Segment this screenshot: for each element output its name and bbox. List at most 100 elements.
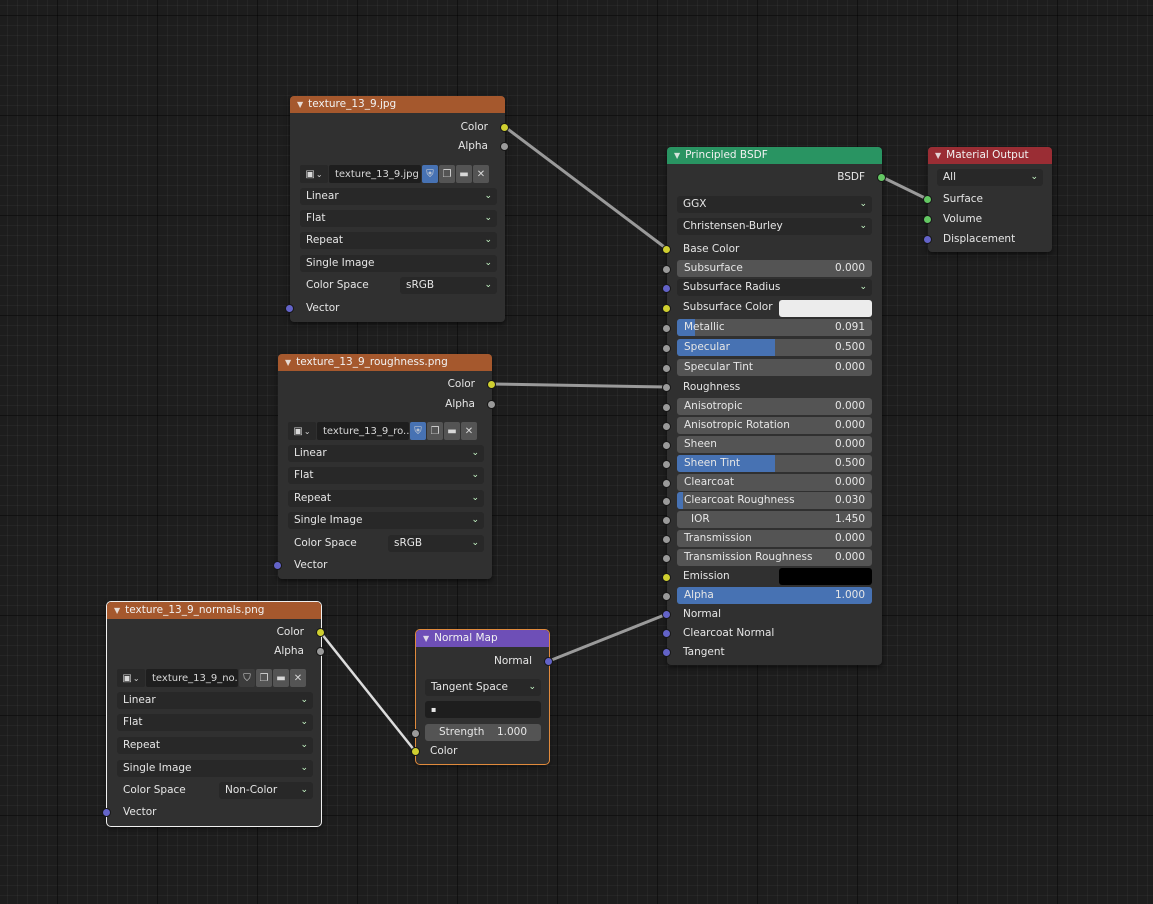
metallic-field[interactable]: Metallic 0.091 [677, 319, 872, 336]
node-header[interactable]: ▼ Material Output [928, 147, 1052, 164]
projection-dropdown[interactable]: Flat ⌄ [288, 467, 484, 484]
output-color-socket[interactable] [487, 380, 496, 389]
interpolation-dropdown[interactable]: Linear ⌄ [300, 188, 497, 205]
node-header[interactable]: ▼ Normal Map [416, 630, 549, 647]
interpolation-dropdown[interactable]: Linear ⌄ [288, 445, 484, 462]
input-clearcoat-roughness-socket[interactable] [662, 497, 671, 506]
projection-dropdown[interactable]: Flat ⌄ [300, 210, 497, 227]
input-anisotropic-rotation-socket[interactable] [662, 422, 671, 431]
subsurface-field[interactable]: Subsurface 0.000 [677, 260, 872, 277]
image-name-field[interactable]: texture_13_9.jpg [329, 165, 421, 183]
image-texture-node-2[interactable]: ▼ texture_13_9_roughness.png Color Alpha … [273, 354, 496, 579]
anisotropic-rotation-field[interactable]: Anisotropic Rotation 0.000 [677, 417, 872, 434]
input-anisotropic-socket[interactable] [662, 403, 671, 412]
input-transmission-roughness-socket[interactable] [662, 554, 671, 563]
source-dropdown[interactable]: Single Image ⌄ [288, 512, 484, 529]
image-texture-node-1[interactable]: ▼ texture_13_9.jpg Color Alpha ▣ ⌄ texture… [285, 96, 509, 322]
output-color-socket[interactable] [316, 628, 325, 637]
input-surface-socket[interactable] [923, 195, 932, 204]
input-volume-socket[interactable] [923, 215, 932, 224]
input-sheen-socket[interactable] [662, 441, 671, 450]
ior-field[interactable]: IOR 1.450 [677, 511, 872, 528]
fake-user-shield-icon[interactable]: ⛨ [422, 165, 438, 183]
node-header[interactable]: ▼ texture_13_9.jpg [290, 96, 505, 113]
extension-dropdown[interactable]: Repeat ⌄ [288, 490, 484, 507]
subsurface-color-swatch[interactable] [779, 300, 872, 317]
input-clearcoat-normal-socket[interactable] [662, 629, 671, 638]
input-roughness-socket[interactable] [662, 383, 671, 392]
space-dropdown[interactable]: Tangent Space ⌄ [425, 679, 541, 696]
transmission-field[interactable]: Transmission 0.000 [677, 530, 872, 547]
collapse-triangle-icon[interactable]: ▼ [674, 151, 680, 160]
principled-bsdf-node[interactable]: ▼ Principled BSDF BSDF GGX ⌄ Christensen-B… [662, 147, 886, 665]
image-browse-icon[interactable]: ▣ ⌄ [288, 422, 316, 440]
extension-dropdown[interactable]: Repeat ⌄ [300, 232, 497, 249]
duplicate-image-icon[interactable]: ❐ [427, 422, 443, 440]
node-header[interactable]: ▼ texture_13_9_roughness.png [278, 354, 492, 371]
collapse-triangle-icon[interactable]: ▼ [297, 100, 303, 109]
output-alpha-socket[interactable] [500, 142, 509, 151]
open-folder-icon[interactable]: ▬ [273, 669, 289, 687]
subsurface-method-dropdown[interactable]: Christensen-Burley ⌄ [677, 218, 872, 235]
input-strength-socket[interactable] [411, 729, 420, 738]
color-space-dropdown[interactable]: Non-Color ⌄ [219, 782, 313, 799]
open-folder-icon[interactable]: ▬ [444, 422, 460, 440]
input-displacement-socket[interactable] [923, 235, 932, 244]
open-folder-icon[interactable]: ▬ [456, 165, 472, 183]
distribution-dropdown[interactable]: GGX ⌄ [677, 196, 872, 213]
input-clearcoat-socket[interactable] [662, 479, 671, 488]
specular-field[interactable]: Specular 0.500 [677, 339, 872, 356]
sheen-field[interactable]: Sheen 0.000 [677, 436, 872, 453]
collapse-triangle-icon[interactable]: ▼ [285, 358, 291, 367]
output-alpha-socket[interactable] [316, 647, 325, 656]
input-ior-socket[interactable] [662, 516, 671, 525]
input-metallic-socket[interactable] [662, 324, 671, 333]
image-selector[interactable]: ▣ ⌄ texture_13_9_ro... ⛨ ❐ ▬ ✕ [288, 422, 477, 440]
output-alpha-socket[interactable] [487, 400, 496, 409]
image-texture-node-3[interactable]: ▼ texture_13_9_normals.png Color Alpha ▣ ⌄… [102, 601, 325, 827]
collapse-triangle-icon[interactable]: ▼ [423, 634, 429, 643]
unlink-close-icon[interactable]: ✕ [290, 669, 306, 687]
duplicate-image-icon[interactable]: ❐ [439, 165, 455, 183]
input-vector-socket[interactable] [273, 561, 282, 570]
source-dropdown[interactable]: Single Image ⌄ [300, 255, 497, 272]
unlink-close-icon[interactable]: ✕ [473, 165, 489, 183]
transmission-roughness-field[interactable]: Transmission Roughness 0.000 [677, 549, 872, 566]
image-name-field[interactable]: texture_13_9_no... [146, 669, 238, 687]
input-color-socket[interactable] [411, 747, 420, 756]
interpolation-dropdown[interactable]: Linear ⌄ [117, 692, 313, 709]
input-alpha-socket[interactable] [662, 592, 671, 601]
color-space-dropdown[interactable]: sRGB ⌄ [388, 535, 484, 552]
sheen-tint-field[interactable]: Sheen Tint 0.500 [677, 455, 872, 472]
image-browse-icon[interactable]: ▣ ⌄ [117, 669, 145, 687]
target-dropdown[interactable]: All ⌄ [937, 169, 1043, 186]
input-base-color-socket[interactable] [662, 245, 671, 254]
image-browse-icon[interactable]: ▣ ⌄ [300, 165, 328, 183]
input-vector-socket[interactable] [285, 304, 294, 313]
output-normal-socket[interactable] [544, 657, 553, 666]
input-sheen-tint-socket[interactable] [662, 460, 671, 469]
output-bsdf-socket[interactable] [877, 173, 886, 182]
extension-dropdown[interactable]: Repeat ⌄ [117, 737, 313, 754]
image-name-field[interactable]: texture_13_9_ro... [317, 422, 409, 440]
subsurface-radius-dropdown[interactable]: Subsurface Radius ⌄ [677, 279, 872, 296]
node-header[interactable]: ▼ Principled BSDF [667, 147, 882, 164]
clearcoat-field[interactable]: Clearcoat 0.000 [677, 474, 872, 491]
input-normal-socket[interactable] [662, 610, 671, 619]
input-specular-socket[interactable] [662, 344, 671, 353]
clearcoat-roughness-field[interactable]: Clearcoat Roughness 0.030 [677, 492, 872, 509]
image-selector[interactable]: ▣ ⌄ texture_13_9.jpg ⛨ ❐ ▬ ✕ [300, 165, 489, 183]
input-subsurface-socket[interactable] [662, 265, 671, 274]
fake-user-shield-icon[interactable]: ⛉ [239, 669, 255, 687]
input-subsurface-radius-socket[interactable] [662, 284, 671, 293]
collapse-triangle-icon[interactable]: ▼ [935, 151, 941, 160]
unlink-close-icon[interactable]: ✕ [461, 422, 477, 440]
color-space-dropdown[interactable]: sRGB ⌄ [400, 277, 497, 294]
image-selector[interactable]: ▣ ⌄ texture_13_9_no... ⛉ ❐ ▬ ✕ [117, 669, 306, 687]
output-color-socket[interactable] [500, 123, 509, 132]
input-specular-tint-socket[interactable] [662, 364, 671, 373]
uv-map-field[interactable]: ▪ [425, 701, 541, 718]
emission-color-swatch[interactable] [779, 568, 872, 585]
source-dropdown[interactable]: Single Image ⌄ [117, 760, 313, 777]
duplicate-image-icon[interactable]: ❐ [256, 669, 272, 687]
